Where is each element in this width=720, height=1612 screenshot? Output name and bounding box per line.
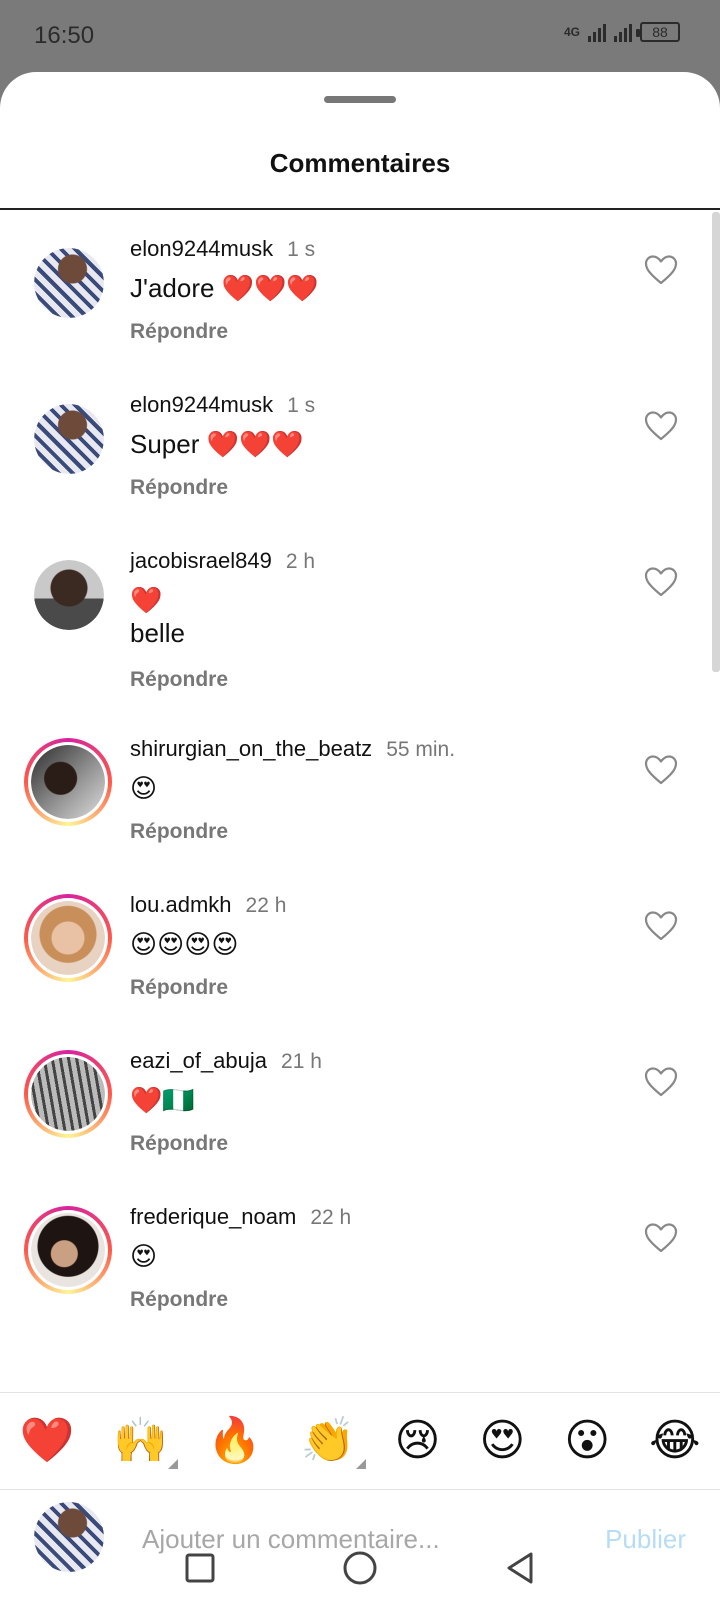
comment-header: jacobisrael849 2 h (130, 548, 315, 574)
comment-avatar[interactable] (34, 248, 104, 318)
reply-button[interactable]: Répondre (130, 1288, 228, 1312)
comment-header: shirurgian_on_the_beatz 55 min. (130, 736, 455, 762)
battery-level: 88 (652, 24, 668, 40)
reply-button[interactable]: Répondre (130, 820, 228, 844)
battery-icon: 88 (636, 22, 680, 42)
emoji-quick-bar: ❤️ 🙌 🔥 👏 😢 😍 😮 😂 (0, 1392, 720, 1490)
comment-row: elon9244musk 1 s J'adore ❤️❤️❤️ Répondre (0, 236, 720, 388)
triangle-back-icon[interactable] (500, 1548, 540, 1588)
comment-text: 😍😍😍😍 (130, 929, 239, 959)
comment-header: elon9244musk 1 s (130, 392, 315, 418)
comment-header: frederique_noam 22 h (130, 1204, 351, 1230)
comment-text: 😍 (130, 773, 158, 803)
comment-time: 22 h (245, 894, 287, 917)
comment-username[interactable]: lou.admkh (130, 892, 232, 918)
emoji-button[interactable]: 🔥 (207, 1419, 262, 1463)
emoji-button[interactable]: 👏 (301, 1419, 366, 1469)
comment-avatar[interactable] (24, 738, 112, 826)
comment-username[interactable]: shirurgian_on_the_beatz (130, 736, 372, 762)
square-recents-icon[interactable] (180, 1548, 220, 1588)
comment-username[interactable]: frederique_noam (130, 1204, 296, 1230)
emoji-button[interactable]: 😢 (395, 1419, 441, 1463)
comment-text: 😍 (130, 1241, 158, 1271)
network-type-label: 4G (563, 25, 580, 39)
comment-time: 22 h (310, 1206, 352, 1229)
comment-row: jacobisrael849 2 h ❤️ belle Répondre (0, 548, 720, 740)
comments-list[interactable]: elon9244musk 1 s J'adore ❤️❤️❤️ Répondre elo… (0, 210, 720, 1392)
comment-row: shirurgian_on_the_beatz 55 min. 😍 Répondre (0, 736, 720, 888)
signal-icon (614, 22, 632, 42)
comments-sheet: Commentaires elon9244musk 1 s J'adore ❤️❤️… (0, 72, 720, 1612)
comment-time: 2 h (285, 550, 316, 573)
comment-time: 21 h (281, 1050, 322, 1073)
status-icons: 4G 88 (564, 22, 680, 42)
like-heart-icon[interactable] (644, 254, 678, 286)
emoji-button[interactable]: ❤️ (19, 1419, 74, 1463)
comment-time: 1 s (287, 238, 316, 261)
drag-handle[interactable] (324, 96, 396, 103)
reply-button[interactable]: Répondre (130, 1132, 228, 1156)
comment-username[interactable]: elon9244musk (130, 236, 273, 262)
comment-row: lou.admkh 22 h 😍😍😍😍 Répondre (0, 892, 720, 1044)
reply-button[interactable]: Répondre (130, 668, 228, 692)
comment-time: 55 min. (386, 738, 456, 761)
comment-username[interactable]: elon9244musk (130, 392, 273, 418)
comment-avatar[interactable] (24, 1050, 112, 1138)
signal-icon (588, 22, 606, 42)
comment-text: ❤️🇳🇬 (130, 1085, 195, 1115)
sheet-title: Commentaires (269, 148, 451, 178)
reply-button[interactable]: Répondre (130, 320, 228, 344)
skin-tone-indicator-icon (168, 1459, 179, 1469)
circle-home-icon[interactable] (340, 1548, 380, 1588)
reply-button[interactable]: Répondre (130, 476, 228, 500)
like-heart-icon[interactable] (644, 1222, 678, 1254)
comment-row: eazi_of_abuja 21 h ❤️🇳🇬 Répondre (0, 1048, 720, 1200)
emoji-button[interactable]: 😍 (479, 1419, 525, 1463)
status-bar: 16:50 4G 88 (0, 0, 720, 72)
comment-time: 1 s (287, 394, 316, 417)
system-nav-bar (0, 1524, 720, 1612)
emoji-button[interactable]: 😂 (649, 1419, 700, 1463)
like-heart-icon[interactable] (644, 1066, 678, 1098)
comment-row: elon9244musk 1 s Super ❤️❤️❤️ Répondre (0, 392, 720, 544)
comment-text: Super ❤️❤️❤️ (130, 429, 304, 459)
comment-avatar[interactable] (24, 894, 112, 982)
emoji-button[interactable]: 😮 (564, 1419, 610, 1463)
comment-avatar[interactable] (34, 404, 104, 474)
comment-row: frederique_noam 22 h 😍 Répondre (0, 1204, 720, 1356)
comment-header: lou.admkh 22 h (130, 892, 286, 918)
skin-tone-indicator-icon (355, 1459, 366, 1469)
comment-text: ❤️ belle (130, 585, 185, 648)
like-heart-icon[interactable] (644, 410, 678, 442)
comment-avatar[interactable] (34, 560, 104, 630)
like-heart-icon[interactable] (644, 566, 678, 598)
reply-button[interactable]: Répondre (130, 976, 228, 1000)
comment-header: eazi_of_abuja 21 h (130, 1048, 322, 1074)
comment-username[interactable]: jacobisrael849 (130, 548, 272, 574)
comment-username[interactable]: eazi_of_abuja (130, 1048, 267, 1074)
comment-avatar[interactable] (24, 1206, 112, 1294)
comment-text: J'adore ❤️❤️❤️ (130, 273, 319, 303)
comment-header: elon9244musk 1 s (130, 236, 315, 262)
emoji-button[interactable]: 🙌 (113, 1419, 179, 1469)
status-time: 16:50 (34, 22, 95, 49)
like-heart-icon[interactable] (644, 754, 678, 786)
like-heart-icon[interactable] (644, 910, 678, 942)
